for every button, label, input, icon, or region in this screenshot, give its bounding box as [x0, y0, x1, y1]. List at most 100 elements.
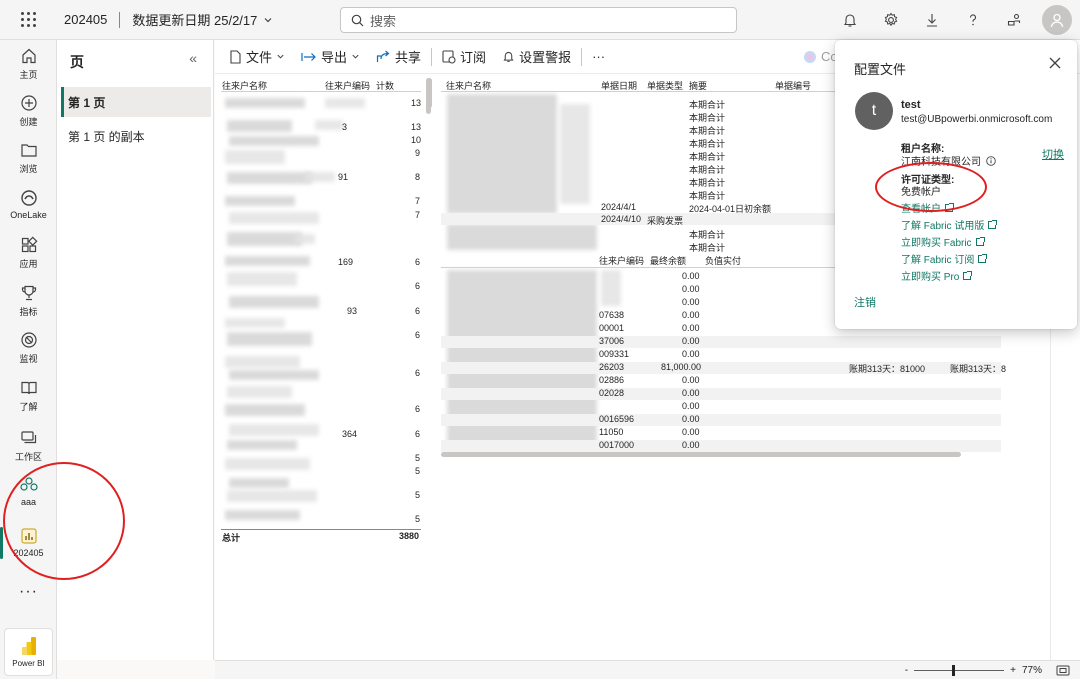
account-avatar-button[interactable] — [1042, 5, 1072, 35]
copilot-icon — [804, 50, 816, 63]
workspace-name[interactable]: 202405 — [64, 12, 107, 27]
refresh-date-dropdown[interactable]: 数据更新日期 25/2/17 — [132, 10, 273, 29]
rail-item-browse[interactable]: 浏览 — [0, 141, 57, 175]
file-menu-button[interactable]: 文件 — [221, 40, 293, 74]
cell-customer-code: 07638 — [599, 310, 625, 320]
more-options-button[interactable]: ··· — [584, 40, 613, 74]
rail-item-label: 创建 — [19, 117, 38, 127]
export-menu-button[interactable]: 导出 — [293, 40, 368, 74]
cell-customer-code: 02028 — [599, 388, 625, 398]
cell-customer-code: 0016596 — [599, 414, 635, 424]
rail-item-report-202405[interactable]: 202405 — [0, 527, 57, 559]
buy-pro-link[interactable]: 立即购买 Pro — [901, 268, 973, 283]
close-icon — [1049, 57, 1061, 69]
subscribe-button[interactable]: 订阅 — [434, 40, 494, 74]
rail-item-monitor[interactable]: 监视 — [0, 331, 57, 365]
redacted-cell — [229, 370, 319, 380]
download-button[interactable] — [911, 0, 952, 40]
rail-item-workspaces[interactable]: 工作区 — [0, 429, 57, 463]
cell-final-balance: 0.00 — [682, 427, 700, 437]
collapse-pane-button[interactable]: « — [189, 50, 197, 66]
rail-item-apps[interactable]: 应用 — [0, 236, 57, 270]
cell-customer-code: 02886 — [599, 375, 625, 385]
page-tab-label: 第 1 页 — [68, 95, 106, 110]
redacted-cell — [225, 356, 300, 368]
chevron-down-icon — [277, 54, 284, 59]
redacted-cell — [225, 318, 285, 328]
download-icon — [926, 14, 937, 27]
external-link-icon — [945, 202, 954, 212]
fit-to-page-icon[interactable] — [1056, 665, 1070, 676]
settings-button[interactable] — [870, 0, 911, 40]
rail-item-workspace-aaa[interactable]: aaa — [0, 476, 57, 507]
close-button[interactable] — [1049, 56, 1061, 74]
rail-item-onelake[interactable]: OneLake — [0, 189, 57, 220]
page-tab-1[interactable]: 第 1 页 — [61, 87, 211, 117]
rail-item-home[interactable]: 主页 — [0, 47, 57, 81]
feedback-button[interactable] — [993, 0, 1034, 40]
set-alert-label: 设置警报 — [519, 50, 572, 65]
zoom-slider[interactable] — [914, 664, 1005, 676]
column-header-customer-code[interactable]: 往来户编码 — [599, 254, 644, 267]
rail-item-create[interactable]: 创建 — [0, 94, 57, 128]
apps-icon — [21, 236, 37, 253]
rail-item-label: 了解 — [19, 402, 38, 412]
chevron-down-icon — [352, 54, 359, 59]
rail-more-button[interactable]: ··· — [0, 583, 57, 601]
subscribe-icon — [442, 49, 456, 64]
rail-item-metrics[interactable]: 指标 — [0, 284, 57, 318]
fabric-trial-link[interactable]: 了解 Fabric 试用版 — [901, 217, 998, 232]
powerbi-logo-icon — [21, 637, 36, 655]
redacted-cell — [225, 98, 305, 108]
fabric-subscription-link[interactable]: 了解 Fabric 订阅 — [901, 251, 988, 266]
share-icon — [376, 50, 390, 62]
powerbi-switcher[interactable]: Power BI — [4, 628, 53, 676]
table-scrollbar[interactable] — [427, 78, 432, 108]
external-link-icon — [988, 219, 998, 229]
column-header-negative-paid[interactable]: 负值实付 — [705, 254, 741, 267]
cell-customer-code: 26203 — [599, 362, 625, 372]
cell-aging: 账期313天：81000 — [849, 364, 926, 374]
redacted-cell — [560, 104, 590, 204]
cell-customer-code: 37006 — [599, 336, 625, 346]
redacted-cell — [229, 478, 289, 488]
rail-item-label: 指标 — [19, 307, 38, 317]
app-launcher-button[interactable] — [0, 0, 56, 40]
link-label: 立即购买 Fabric — [901, 238, 972, 249]
cell-customer-code: 91 — [338, 172, 349, 182]
zoom-in-button[interactable]: + — [1010, 665, 1016, 676]
notifications-button[interactable] — [829, 0, 870, 40]
search-box[interactable]: 搜索 — [340, 7, 737, 33]
zoom-out-button[interactable]: - — [905, 665, 908, 676]
redacted-cell — [295, 234, 315, 244]
column-header-final-balance[interactable]: 最终余额 — [650, 254, 686, 267]
view-account-link[interactable]: 查看帐户 — [901, 200, 954, 215]
row-band — [441, 336, 1001, 348]
cell-summary: 本期合计 — [689, 100, 726, 110]
share-button[interactable]: 共享 — [368, 40, 429, 74]
redacted-cell — [229, 136, 319, 146]
page-tab-1-copy[interactable]: 第 1 页 的副本 — [61, 121, 211, 151]
help-button[interactable] — [952, 0, 993, 40]
waffle-icon — [20, 12, 36, 27]
rail-item-learn[interactable]: 了解 — [0, 379, 57, 413]
cell-doc-date: 2024/4/1 — [601, 202, 637, 212]
zoom-slider-thumb[interactable] — [952, 664, 956, 676]
horizontal-scrollbar[interactable] — [441, 452, 961, 457]
buy-fabric-link[interactable]: 立即购买 Fabric — [901, 234, 985, 249]
redacted-cell — [447, 94, 557, 214]
redacted-cell — [227, 120, 292, 132]
monitor-icon — [20, 332, 37, 348]
switch-tenant-link[interactable]: 切换 — [1042, 146, 1064, 162]
rail-item-label: 工作区 — [14, 452, 42, 462]
set-alert-button[interactable]: 设置警报 — [494, 40, 579, 74]
row-band — [441, 388, 1001, 400]
rail-item-label: 监视 — [19, 354, 38, 364]
info-icon[interactable] — [986, 155, 996, 166]
cell-final-balance: 0.00 — [682, 388, 700, 398]
rail-item-label: 浏览 — [19, 164, 38, 174]
external-link-icon — [963, 270, 973, 280]
cell-customer-code: 009331 — [599, 349, 630, 359]
redacted-cell — [305, 172, 335, 182]
sign-out-link[interactable]: 注销 — [854, 294, 876, 310]
